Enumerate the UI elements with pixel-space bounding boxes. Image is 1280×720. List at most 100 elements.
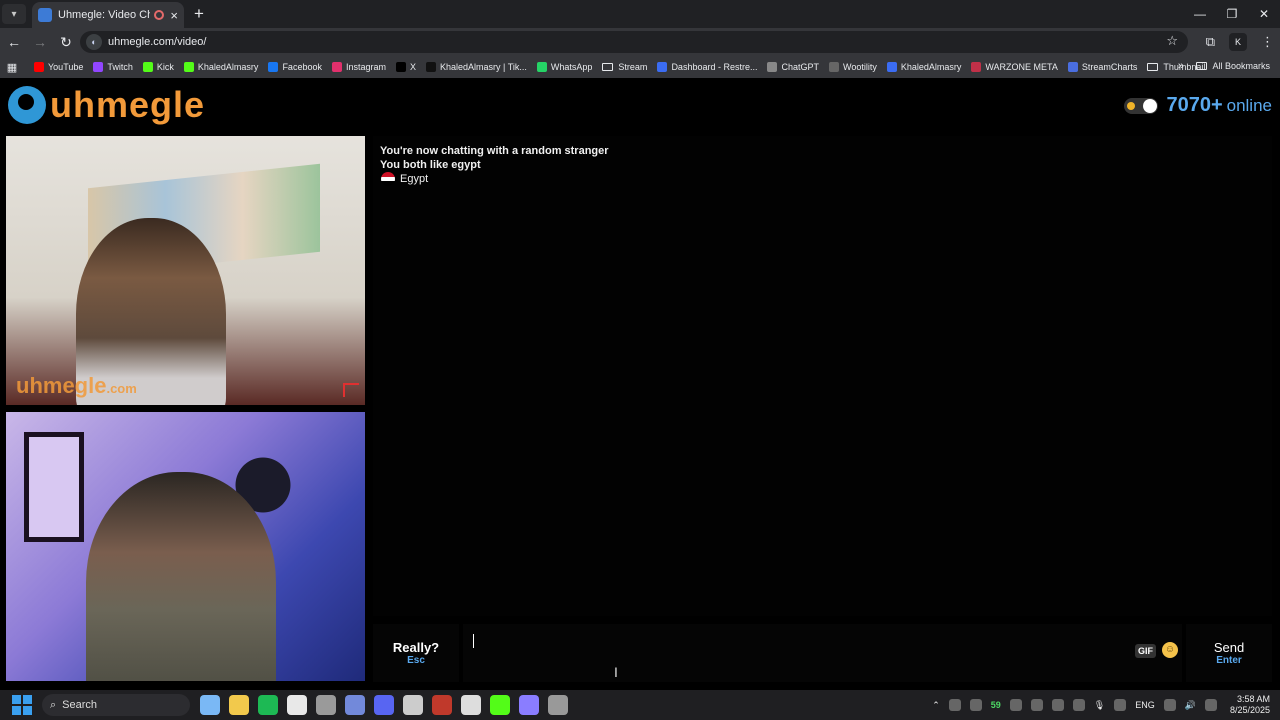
self-person <box>86 472 276 681</box>
volume-icon[interactable]: 🔊 <box>1185 700 1196 711</box>
taskbar-app-icon[interactable] <box>519 695 539 715</box>
taskbar-app-icon[interactable] <box>374 695 394 715</box>
bookmark-item[interactable]: Facebook <box>268 62 322 72</box>
bookmark-label: X <box>410 62 417 72</box>
chat-interest-message: You both like egypt <box>380 159 481 171</box>
tray-app-icon[interactable] <box>1051 699 1064 711</box>
bookmark-item[interactable]: Instagram <box>331 62 386 72</box>
tray-counter[interactable]: 59 <box>991 700 1001 710</box>
taskbar-app-icon[interactable] <box>287 695 307 715</box>
message-input[interactable]: GIF ☺ <box>463 624 1182 682</box>
bookmark-favicon-icon <box>331 62 342 72</box>
network-icon[interactable] <box>1163 699 1176 711</box>
tab-close-icon[interactable]: × <box>170 8 178 23</box>
taskbar-app-icon[interactable] <box>461 695 481 715</box>
window-close-icon[interactable]: ✕ <box>1248 0 1280 28</box>
taskbar-app-icon[interactable] <box>432 695 452 715</box>
bookmark-star-icon[interactable]: ☆ <box>1166 33 1178 49</box>
extensions-icon[interactable]: ⧉ <box>1206 34 1215 50</box>
bookmark-favicon-icon <box>657 62 668 72</box>
bookmark-label: KhaledAlmasry <box>900 62 962 72</box>
toolbar-right: ⧉ K ⋮ <box>1206 28 1274 56</box>
theme-toggle[interactable] <box>1124 97 1159 114</box>
taskbar-search[interactable]: ⌕ Search <box>42 694 190 716</box>
taskbar-clock[interactable]: 3:58 AM 8/25/2025 <box>1230 694 1270 716</box>
taskbar-app-icon[interactable] <box>200 695 220 715</box>
report-flag-icon[interactable] <box>343 383 359 397</box>
browser-toolbar: ← → ↻ ◐ uhmegle.com/video/ ☆ ⧉ K ⋮ <box>0 28 1280 56</box>
bookmark-label: StreamCharts <box>1081 62 1138 72</box>
clock-time: 3:58 AM <box>1236 694 1270 704</box>
browser-tab[interactable]: Uhmegle: Video Chat | Ome × <box>32 2 184 28</box>
tab-search-icon[interactable]: ▾ <box>2 4 26 24</box>
bookmark-favicon-icon <box>183 62 194 72</box>
tray-app-icon[interactable] <box>969 699 982 711</box>
chat-controls: Really? Esc GIF ☺ Send Enter <box>373 624 1272 682</box>
bookmark-item[interactable]: WARZONE META <box>971 62 1058 72</box>
bookmark-item[interactable]: StreamCharts <box>1067 62 1138 72</box>
gif-button[interactable]: GIF <box>1135 644 1156 658</box>
bookmark-item[interactable]: X <box>396 62 416 72</box>
apps-grid-icon[interactable]: ▦ <box>0 61 24 74</box>
online-label: online <box>1226 95 1272 115</box>
microphone-icon[interactable]: 🎙 <box>1094 700 1105 711</box>
online-count: 7070+ <box>1166 94 1223 116</box>
taskbar-app-icon[interactable] <box>345 695 365 715</box>
bookmark-item[interactable]: KhaledAlmasry <box>183 62 258 72</box>
browser-menu-icon[interactable]: ⋮ <box>1261 34 1274 50</box>
all-bookmarks-button[interactable]: All Bookmarks <box>1196 61 1270 71</box>
url-text[interactable]: uhmegle.com/video/ <box>108 36 206 48</box>
taskbar-app-icon[interactable] <box>229 695 249 715</box>
taskbar-app-icon[interactable] <box>258 695 278 715</box>
skip-hint: Esc <box>407 655 425 666</box>
self-video <box>6 412 365 681</box>
forward-icon[interactable]: → <box>28 34 52 50</box>
taskbar-app-icon[interactable] <box>548 695 568 715</box>
keyboard-icon[interactable] <box>1114 699 1127 711</box>
site-logo[interactable]: uhmegle <box>8 84 205 126</box>
taskbar-app-icon[interactable] <box>490 695 510 715</box>
tray-app-icon[interactable] <box>1009 699 1022 711</box>
battery-icon[interactable] <box>1204 699 1217 711</box>
bookmark-favicon-icon <box>767 62 778 72</box>
site-info-icon[interactable]: ◐ <box>86 34 102 50</box>
emoji-icon[interactable]: ☺ <box>1162 642 1178 658</box>
send-button[interactable]: Send Enter <box>1186 624 1272 682</box>
bookmark-item[interactable]: Stream <box>602 62 647 72</box>
skip-button[interactable]: Really? Esc <box>373 624 459 682</box>
tray-app-icon[interactable] <box>1072 699 1085 711</box>
search-icon: ⌕ <box>50 698 57 711</box>
bookmark-item[interactable]: Kick <box>142 62 174 72</box>
language-indicator[interactable]: ENG <box>1135 700 1155 710</box>
bookmark-item[interactable]: KhaledAlmasry | Tik... <box>426 62 527 72</box>
room-mirror <box>24 432 84 542</box>
toggle-knob <box>1143 98 1158 113</box>
tab-title: Uhmegle: Video Chat | Ome <box>58 9 151 21</box>
taskbar-apps <box>200 695 568 715</box>
windows-start-icon[interactable] <box>12 695 32 715</box>
discord-tray-icon[interactable] <box>948 699 961 711</box>
taskbar-app-icon[interactable] <box>316 695 336 715</box>
minimize-icon[interactable]: — <box>1184 0 1216 28</box>
back-icon[interactable]: ← <box>2 34 26 50</box>
bookmark-item[interactable]: WhatsApp <box>536 62 592 72</box>
bookmark-favicon-icon <box>886 62 897 72</box>
profile-avatar-icon[interactable]: K <box>1229 33 1247 51</box>
bookmark-item[interactable]: Dashboard - Restre... <box>657 62 757 72</box>
bookmark-item[interactable]: YouTube <box>34 62 83 72</box>
reload-icon[interactable]: ↻ <box>54 34 78 51</box>
bookmark-item[interactable]: KhaledAlmasry <box>886 62 962 72</box>
bookmark-item[interactable]: Twitch <box>93 62 133 72</box>
taskbar-app-icon[interactable] <box>403 695 423 715</box>
bookmarks-overflow-icon[interactable]: » <box>1178 60 1184 72</box>
folder-icon <box>1147 63 1159 71</box>
bookmark-favicon-icon <box>1067 62 1078 72</box>
new-tab-button[interactable]: + <box>194 4 204 24</box>
bookmark-label: Stream <box>618 62 648 72</box>
tray-overflow-icon[interactable]: ⌃ <box>932 700 940 711</box>
tray-app-icon[interactable] <box>1030 699 1043 711</box>
address-bar[interactable]: ◐ uhmegle.com/video/ ☆ <box>80 31 1188 53</box>
restore-icon[interactable]: ❐ <box>1216 0 1248 28</box>
bookmark-item[interactable]: ChatGPT <box>767 62 819 72</box>
bookmark-item[interactable]: Wootility <box>829 62 877 72</box>
